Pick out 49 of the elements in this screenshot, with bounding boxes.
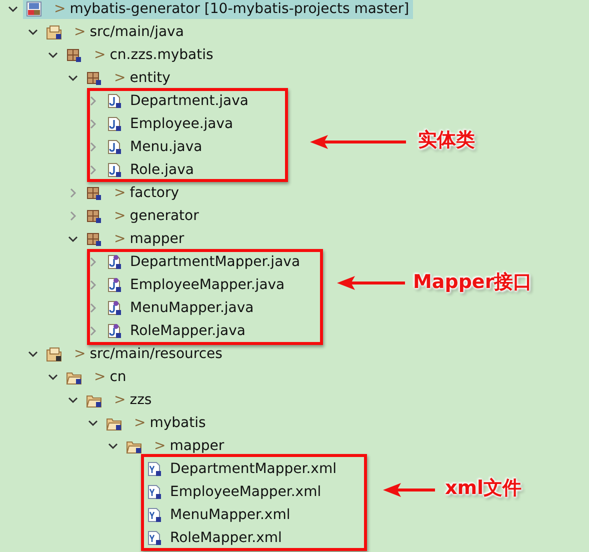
java-file-icon (106, 162, 122, 178)
arrow (337, 276, 405, 290)
tree-item[interactable]: > cn.zzs.mybatis (63, 44, 218, 65)
interface-file-icon (106, 300, 122, 316)
tree-item[interactable]: > mybatis-generator [10-mybatis-projects master] (23, 0, 414, 19)
tree-item[interactable]: EmployeeMapper.java (103, 274, 289, 295)
tree-item[interactable]: > entity (83, 67, 174, 88)
callout-label: xml文件 (445, 476, 522, 501)
package-icon (86, 208, 102, 224)
tree-item[interactable]: Department.java (103, 90, 253, 111)
source-folder-icon (46, 24, 62, 40)
tree-item[interactable]: > src/main/java (43, 21, 188, 42)
xml-file-icon (146, 530, 162, 546)
tree-item[interactable]: RoleMapper.java (103, 320, 250, 341)
java-file-icon (106, 116, 122, 132)
callout-label: 实体类 (418, 128, 475, 153)
arrow (383, 483, 435, 497)
package-icon (86, 230, 102, 246)
tree-item[interactable]: Menu.java (103, 136, 206, 157)
tree-item[interactable]: EmployeeMapper.xml (143, 481, 326, 502)
package-icon (86, 70, 102, 86)
callout-label: Mapper接口 (413, 270, 532, 295)
package-icon (86, 184, 102, 200)
tree-item[interactable]: > mapper (83, 228, 188, 249)
tree-item[interactable]: > cn (63, 366, 130, 387)
interface-file-icon (106, 322, 122, 338)
java-file-icon (106, 92, 122, 108)
tree-item[interactable]: MenuMapper.java (103, 297, 258, 318)
tree-item[interactable]: DepartmentMapper.java (103, 251, 304, 272)
tree-item[interactable]: > factory (83, 182, 184, 203)
xml-file-icon (146, 460, 162, 476)
tree-item[interactable]: > mybatis (103, 412, 210, 433)
tree-item[interactable]: > zzs (83, 389, 156, 410)
tree-item[interactable]: Role.java (103, 159, 198, 180)
tree-item[interactable]: > mapper (123, 435, 228, 456)
tree-item[interactable]: > generator (83, 205, 203, 226)
xml-file-icon (146, 506, 162, 522)
interface-file-icon (106, 276, 122, 292)
package-icon (66, 46, 82, 62)
interface-file-icon (106, 254, 122, 270)
resource-folder-icon (46, 346, 62, 362)
java-file-icon (106, 138, 122, 154)
xml-file-icon (146, 484, 162, 500)
tree-item[interactable]: MenuMapper.xml (143, 504, 294, 525)
tree-item[interactable]: Employee.java (103, 113, 238, 134)
tree-item[interactable]: DepartmentMapper.xml (143, 458, 340, 479)
tree-item[interactable]: RoleMapper.xml (143, 527, 286, 548)
tree-item[interactable]: > src/main/resources (43, 343, 226, 364)
project-icon (26, 0, 42, 16)
